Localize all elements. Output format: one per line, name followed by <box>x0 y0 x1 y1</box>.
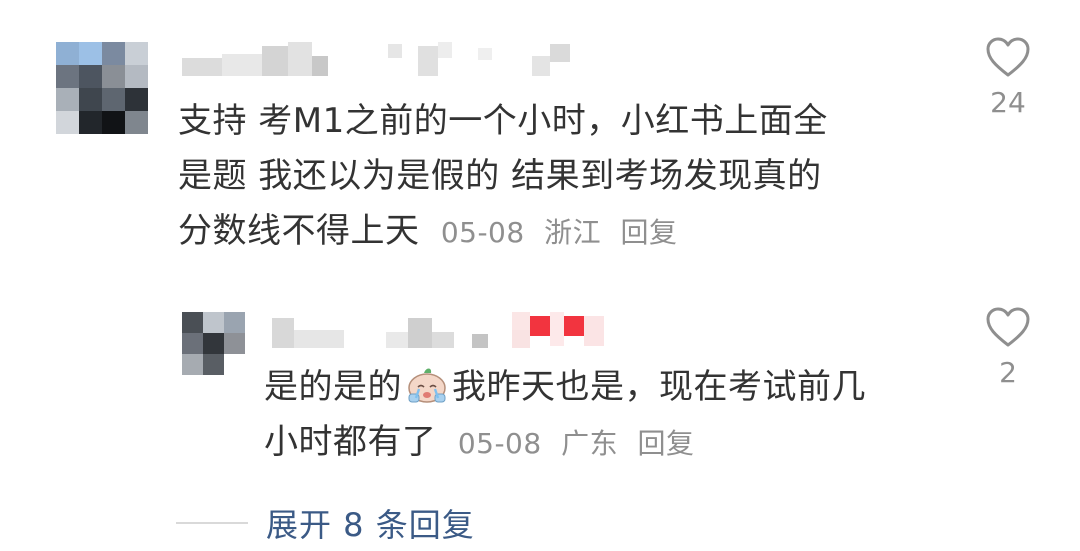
avatar[interactable] <box>56 42 148 134</box>
reply-line-with-meta: 小时都有了 05-08 广东 回复 <box>264 415 944 471</box>
crying-face-emoji-icon <box>408 368 446 403</box>
comment-line-with-meta: 分数线不得上天 05-08 浙江 回复 <box>178 204 938 260</box>
badge-icon <box>564 316 584 336</box>
divider-line <box>176 522 248 524</box>
reply-meta: 05-08 广东 回复 <box>458 427 705 460</box>
like-count: 24 <box>990 86 1026 119</box>
expand-replies-button[interactable]: 展开 8 条回复 <box>266 500 475 546</box>
reply-text: 小时都有了 <box>264 422 437 462</box>
reply-location: 广东 <box>561 427 619 460</box>
heart-outline-icon[interactable] <box>985 306 1031 348</box>
comment-line: 是题 我还以为是假的 结果到考场发现真的 <box>178 156 822 196</box>
reply-date: 05-08 <box>457 427 542 460</box>
username-blurred[interactable] <box>182 42 572 78</box>
comment-date: 05-08 <box>440 216 525 249</box>
reply-button[interactable]: 回复 <box>621 216 678 249</box>
like-button[interactable]: 24 <box>982 36 1034 119</box>
reply-text: 是的是的 <box>264 367 402 407</box>
reply-username-blurred[interactable] <box>272 312 612 352</box>
reply-text: 我昨天也是，现在考试前几 <box>452 367 866 407</box>
comment-line: 分数线不得上天 <box>178 211 420 251</box>
reply-avatar[interactable] <box>182 312 245 375</box>
reply-like-button[interactable]: 2 <box>982 306 1034 389</box>
reply-line: 是的是的 我昨天也是，现在考试前几 <box>264 360 944 415</box>
reply-body: 是的是的 我昨天也是，现在考试前几 小时都有了 05-08 广东 回复 <box>264 360 944 471</box>
expand-replies-row: 展开 8 条回复 <box>176 500 475 546</box>
comment-line: 支持 考M1之前的一个小时，小红书上面全 <box>178 101 828 141</box>
comment-location: 浙江 <box>544 216 602 249</box>
heart-outline-icon[interactable] <box>985 36 1031 78</box>
comment-meta: 05-08 浙江 回复 <box>441 216 688 249</box>
reply-reply-button[interactable]: 回复 <box>638 427 695 460</box>
badge-icon <box>530 316 550 336</box>
comment-body: 支持 考M1之前的一个小时，小红书上面全 是题 我还以为是假的 结果到考场发现真… <box>178 94 938 260</box>
reply-like-count: 2 <box>999 356 1017 389</box>
